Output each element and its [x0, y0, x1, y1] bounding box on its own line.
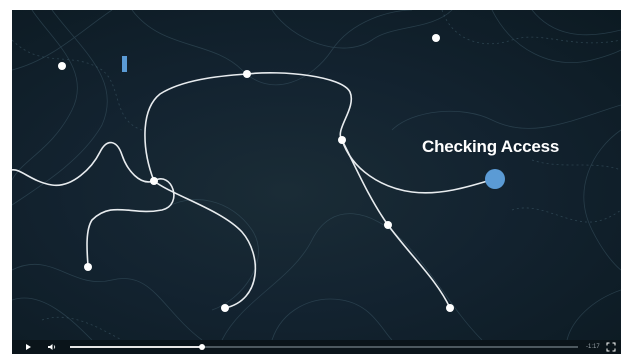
node-3	[243, 70, 251, 78]
scrubber-handle[interactable]	[199, 344, 206, 350]
dashed-contours	[12, 10, 621, 340]
topographic-contours	[12, 10, 621, 340]
video-frame[interactable]: Checking Access	[12, 10, 621, 340]
fullscreen-icon[interactable]	[605, 341, 617, 353]
volume-icon[interactable]	[46, 341, 58, 353]
destination-node	[485, 169, 505, 189]
node-8	[221, 304, 229, 312]
accent-marker	[122, 56, 127, 72]
node-1	[58, 62, 66, 70]
node-2	[432, 34, 440, 42]
progress-scrubber[interactable]	[70, 344, 578, 350]
node-5	[150, 177, 158, 185]
map-illustration	[12, 10, 621, 340]
video-player[interactable]: Checking Access -1:17	[12, 10, 621, 354]
play-icon[interactable]	[22, 341, 34, 353]
player-controls: -1:17	[12, 340, 621, 354]
node-9	[446, 304, 454, 312]
node-7	[84, 263, 92, 271]
time-remaining: -1:17	[586, 344, 600, 350]
node-4	[338, 136, 346, 144]
progress-fill	[70, 346, 203, 348]
node-6	[384, 221, 392, 229]
overlay-title: Checking Access	[422, 137, 560, 156]
